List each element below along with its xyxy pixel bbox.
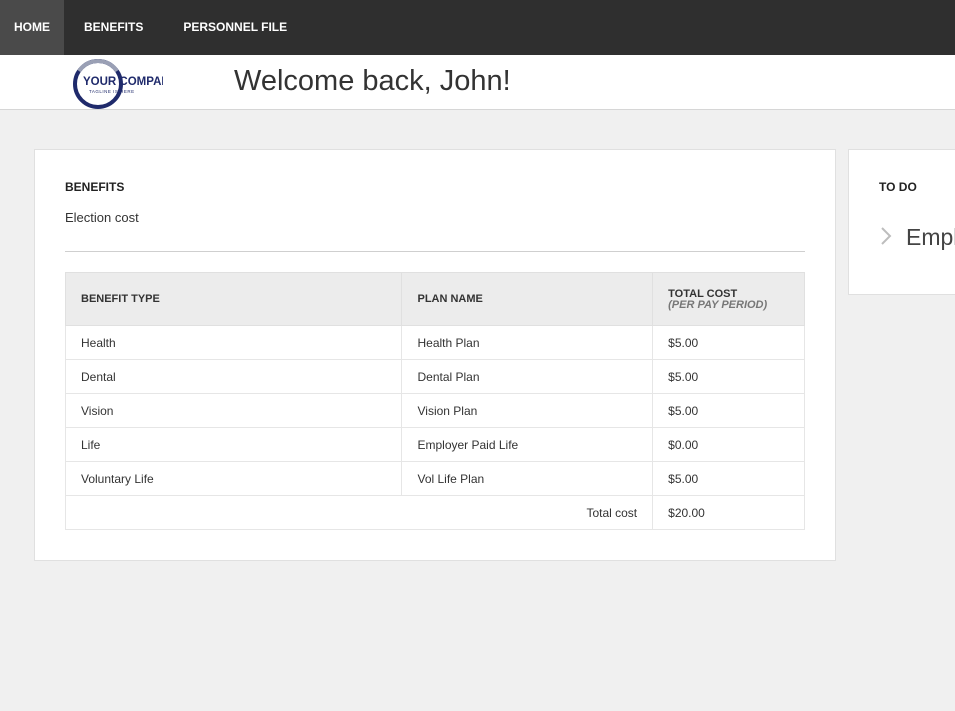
benefits-table: BENEFIT TYPE PLAN NAME TOTAL COST (PER P… xyxy=(64,272,805,530)
column-header-benefit-type: BENEFIT TYPE xyxy=(64,272,403,326)
cell-plan-name: Vol Life Plan xyxy=(401,461,654,496)
cell-benefit-type: Vision xyxy=(64,393,403,428)
table-row: Voluntary Life Vol Life Plan $5.00 xyxy=(64,461,805,496)
cell-cost: $5.00 xyxy=(652,359,805,394)
cell-cost: $5.00 xyxy=(652,393,805,428)
company-logo[interactable]: YOUR COMPANY TAGLINE IS HERE xyxy=(71,57,163,109)
welcome-heading: Welcome back, John! xyxy=(234,65,511,97)
page-header: YOUR COMPANY TAGLINE IS HERE Welcome bac… xyxy=(0,55,955,110)
chevron-right-icon[interactable] xyxy=(879,226,893,246)
total-cost-value: $20.00 xyxy=(652,495,805,530)
benefits-card: BENEFITS Election cost BENEFIT TYPE PLAN… xyxy=(34,149,836,561)
total-cost-label: TOTAL COST xyxy=(668,287,738,300)
cell-plan-name: Vision Plan xyxy=(401,393,654,428)
table-row: Vision Vision Plan $5.00 xyxy=(64,393,805,428)
logo-text: YOUR COMPANY xyxy=(83,76,163,88)
todo-item-label[interactable]: Empl xyxy=(906,224,955,251)
cell-plan-name: Employer Paid Life xyxy=(401,427,654,462)
column-header-total-cost: TOTAL COST (PER PAY PERIOD) xyxy=(652,272,805,326)
cell-cost: $5.00 xyxy=(652,461,805,496)
column-header-plan-name: PLAN NAME xyxy=(401,272,654,326)
cell-benefit-type: Voluntary Life xyxy=(64,461,403,496)
nav-item-benefits[interactable]: BENEFITS xyxy=(64,0,163,55)
table-total-row: Total cost $20.00 xyxy=(64,495,805,530)
cell-benefit-type: Dental xyxy=(64,359,403,394)
todo-card-title: TO DO xyxy=(879,180,917,194)
cell-plan-name: Health Plan xyxy=(401,325,654,360)
cell-cost: $5.00 xyxy=(652,325,805,360)
table-row: Dental Dental Plan $5.00 xyxy=(64,359,805,394)
table-row: Health Health Plan $5.00 xyxy=(64,325,805,360)
table-row: Life Employer Paid Life $0.00 xyxy=(64,427,805,462)
divider xyxy=(65,251,805,252)
table-header-row: BENEFIT TYPE PLAN NAME TOTAL COST (PER P… xyxy=(64,272,805,326)
cell-plan-name: Dental Plan xyxy=(401,359,654,394)
top-nav: HOME BENEFITS PERSONNEL FILE xyxy=(0,0,955,55)
benefits-card-subtitle: Election cost xyxy=(65,210,139,225)
nav-item-home[interactable]: HOME xyxy=(0,0,64,55)
total-cost-row-label: Total cost xyxy=(64,495,654,530)
benefits-card-title: BENEFITS xyxy=(65,180,125,194)
cell-cost: $0.00 xyxy=(652,427,805,462)
todo-card: TO DO Empl xyxy=(848,149,955,295)
total-cost-sublabel: (PER PAY PERIOD) xyxy=(668,298,768,311)
nav-item-personnel-file[interactable]: PERSONNEL FILE xyxy=(163,0,307,55)
cell-benefit-type: Life xyxy=(64,427,403,462)
cell-benefit-type: Health xyxy=(64,325,403,360)
logo-tagline: TAGLINE IS HERE xyxy=(89,89,135,94)
